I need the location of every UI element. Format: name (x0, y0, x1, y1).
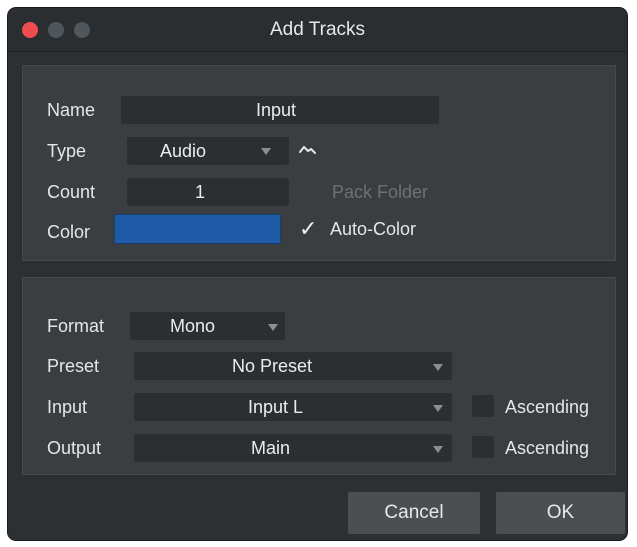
count-field[interactable]: 1 (127, 178, 289, 206)
add-tracks-dialog: Add Tracks Name Input Type Audio Count 1… (8, 8, 627, 540)
format-value: Mono (170, 316, 216, 336)
input-ascending-label[interactable]: Ascending (505, 397, 589, 418)
count-value: 1 (195, 182, 206, 202)
name-label: Name (47, 100, 96, 120)
cancel-button[interactable]: Cancel (348, 492, 480, 534)
ok-button[interactable]: OK (496, 492, 625, 534)
input-label: Input (47, 397, 88, 417)
type-value: Audio (160, 141, 207, 161)
chevron-down-icon (433, 446, 443, 453)
chevron-down-icon (261, 148, 271, 155)
color-swatch[interactable] (114, 214, 281, 244)
title-bar: Add Tracks (8, 8, 627, 52)
input-value: Input L (248, 397, 304, 417)
output-label: Output (47, 438, 102, 458)
pack-folder-option[interactable]: Pack Folder (332, 182, 428, 203)
color-label: Color (47, 222, 91, 242)
chevron-down-icon (268, 324, 278, 331)
count-label: Count (47, 182, 96, 202)
auto-color-label[interactable]: Auto-Color (330, 219, 416, 240)
dialog-title: Add Tracks (269, 19, 366, 40)
type-dropdown[interactable]: Audio (127, 137, 289, 165)
audio-wave-icon[interactable] (298, 143, 318, 155)
output-dropdown[interactable]: Main (134, 434, 452, 462)
input-dropdown[interactable]: Input L (134, 393, 452, 421)
checkmark-icon[interactable]: ✓ (299, 218, 317, 240)
name-field[interactable]: Input (121, 96, 439, 124)
chevron-down-icon (433, 405, 443, 412)
preset-label: Preset (47, 356, 100, 376)
format-label: Format (47, 316, 105, 336)
chevron-down-icon (433, 364, 443, 371)
io-settings-panel: Format Mono Preset No Preset Input Input… (22, 277, 616, 475)
format-dropdown[interactable]: Mono (130, 312, 285, 340)
type-label: Type (47, 141, 87, 161)
output-ascending-label[interactable]: Ascending (505, 438, 589, 459)
output-value: Main (251, 438, 291, 458)
output-ascending-checkbox[interactable] (472, 436, 494, 458)
track-settings-panel: Name Input Type Audio Count 1 Pack Folde… (22, 65, 616, 261)
name-value: Input (256, 100, 297, 120)
preset-dropdown[interactable]: No Preset (134, 352, 452, 380)
input-ascending-checkbox[interactable] (472, 395, 494, 417)
preset-value: No Preset (232, 356, 313, 376)
